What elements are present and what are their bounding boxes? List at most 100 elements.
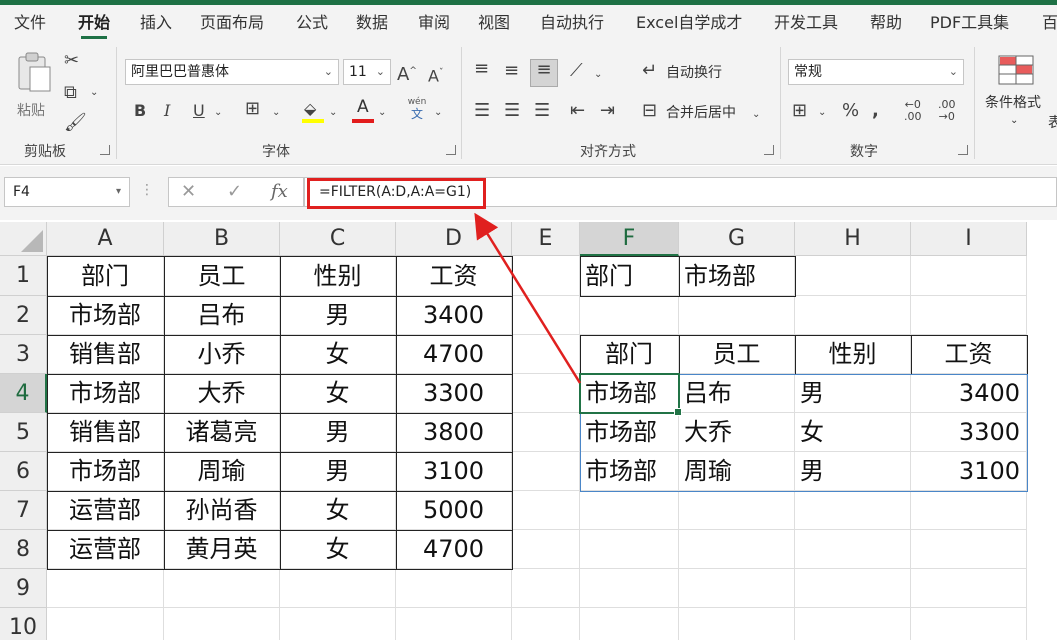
increase-indent-icon[interactable]: ⇥ — [600, 101, 615, 121]
column-header-f[interactable]: F — [580, 222, 679, 256]
grid-cell[interactable] — [47, 569, 164, 608]
align-middle-icon[interactable]: ≡ — [504, 61, 519, 81]
grid-cell[interactable] — [580, 608, 679, 640]
result-cell[interactable]: 3100 — [911, 452, 1027, 491]
table-cell[interactable]: 运营部 — [47, 530, 164, 569]
bold-icon[interactable]: B — [134, 101, 146, 121]
row-header-2[interactable]: 2 — [0, 296, 47, 335]
grid-cell[interactable] — [580, 296, 679, 335]
row-header-3[interactable]: 3 — [0, 335, 47, 374]
insert-function-icon[interactable]: fx — [271, 182, 288, 202]
grid-cell[interactable] — [512, 452, 580, 491]
decrease-font-icon[interactable]: Aˇ — [428, 63, 443, 86]
table-cell[interactable]: 诸葛亮 — [164, 413, 280, 452]
more-options-icon[interactable]: ⋮ — [140, 180, 154, 200]
row-header-1[interactable]: 1 — [0, 256, 47, 296]
increase-font-icon[interactable]: A^ — [397, 61, 417, 85]
grid-cell[interactable] — [164, 569, 280, 608]
decrease-decimal-icon[interactable]: .00 →0 — [938, 99, 956, 123]
column-header-b[interactable]: B — [164, 222, 280, 256]
alignment-launcher-icon[interactable] — [764, 145, 774, 155]
grid-cell[interactable] — [512, 256, 580, 296]
column-header-g[interactable]: G — [679, 222, 795, 256]
row-header-8[interactable]: 8 — [0, 530, 47, 569]
tab-pdf-tools[interactable]: PDF工具集 — [930, 5, 1009, 41]
grid-cell[interactable] — [795, 256, 911, 296]
orientation-icon[interactable]: ⟋ — [570, 61, 583, 81]
column-header-d[interactable]: D — [396, 222, 512, 256]
table-cell[interactable]: 3300 — [396, 374, 512, 413]
grid-cell[interactable] — [911, 491, 1027, 530]
name-box[interactable]: F4 ▾ — [4, 177, 130, 207]
number-format-select[interactable]: 常规 ⌄ — [788, 59, 964, 85]
font-size-select[interactable]: 11 ⌄ — [343, 59, 391, 85]
table-header-cell[interactable]: 性别 — [280, 256, 396, 296]
result-cell[interactable]: 男 — [795, 374, 911, 413]
table-cell[interactable]: 女 — [280, 335, 396, 374]
table-cell[interactable]: 女 — [280, 530, 396, 569]
chevron-down-icon[interactable]: ⌄ — [818, 103, 826, 123]
grid-cell[interactable] — [580, 569, 679, 608]
table-cell[interactable]: 女 — [280, 491, 396, 530]
grid-cell[interactable] — [512, 296, 580, 335]
grid-cell[interactable] — [512, 569, 580, 608]
table-cell[interactable]: 4700 — [396, 530, 512, 569]
align-left-icon[interactable]: ☰ — [474, 101, 490, 121]
grid-cell[interactable] — [911, 608, 1027, 640]
grid-cell[interactable] — [911, 569, 1027, 608]
table-cell[interactable]: 销售部 — [47, 413, 164, 452]
font-color-icon[interactable]: A — [352, 97, 374, 125]
grid-cell[interactable] — [396, 608, 512, 640]
chevron-down-icon[interactable]: ⌄ — [378, 103, 386, 123]
decrease-indent-icon[interactable]: ⇤ — [570, 101, 585, 121]
wrap-text-button[interactable]: ↵ 自动换行 — [642, 61, 742, 85]
tab-automate[interactable]: 自动执行 — [540, 5, 604, 41]
tab-file[interactable]: 文件 — [14, 5, 46, 41]
result-cell[interactable]: 周瑜 — [679, 452, 795, 491]
cut-icon[interactable]: ✂ — [64, 51, 79, 71]
row-header-5[interactable]: 5 — [0, 413, 47, 452]
criteria-label-cell[interactable]: 部门 — [580, 256, 679, 296]
tab-more[interactable]: 百 — [1042, 5, 1057, 41]
result-cell[interactable]: 市场部 — [580, 452, 679, 491]
table-cell[interactable]: 市场部 — [47, 452, 164, 491]
table-cell[interactable]: 3800 — [396, 413, 512, 452]
table-cell[interactable]: 市场部 — [47, 296, 164, 335]
result-header-cell[interactable]: 性别 — [795, 335, 911, 374]
tab-help[interactable]: 帮助 — [870, 5, 902, 41]
table-cell[interactable]: 男 — [280, 413, 396, 452]
chevron-down-icon[interactable]: ⌄ — [214, 103, 222, 123]
grid-cell[interactable] — [512, 530, 580, 569]
grid-cell[interactable] — [795, 296, 911, 335]
column-header-h[interactable]: H — [795, 222, 911, 256]
align-center-icon[interactable]: ☰ — [504, 101, 520, 121]
fill-color-icon[interactable]: ⬙ — [302, 99, 324, 125]
table-header-cell[interactable]: 工资 — [396, 256, 512, 296]
font-launcher-icon[interactable] — [446, 145, 456, 155]
tab-review[interactable]: 审阅 — [418, 5, 450, 41]
grid-cell[interactable] — [679, 296, 795, 335]
tab-formulas[interactable]: 公式 — [296, 5, 328, 41]
underline-icon[interactable]: U — [193, 101, 205, 121]
number-launcher-icon[interactable] — [958, 145, 968, 155]
row-header-6[interactable]: 6 — [0, 452, 47, 491]
grid-cell[interactable] — [512, 413, 580, 452]
result-cell[interactable]: 市场部 — [580, 413, 679, 452]
grid-cell[interactable] — [679, 530, 795, 569]
percent-icon[interactable]: % — [842, 101, 859, 121]
grid-cell[interactable] — [47, 608, 164, 640]
clipboard-launcher-icon[interactable] — [100, 145, 110, 155]
grid-cell[interactable] — [280, 608, 396, 640]
chevron-down-icon[interactable]: ⌄ — [329, 103, 337, 123]
result-cell[interactable]: 男 — [795, 452, 911, 491]
conditional-format-button[interactable]: 条件格式 ⌄ — [982, 51, 1052, 135]
table-cell[interactable]: 市场部 — [47, 374, 164, 413]
result-header-cell[interactable]: 员工 — [679, 335, 795, 374]
table-cell[interactable]: 大乔 — [164, 374, 280, 413]
align-bottom-icon[interactable]: ≡ — [530, 59, 558, 87]
grid-cell[interactable] — [795, 530, 911, 569]
table-cell[interactable]: 孙尚香 — [164, 491, 280, 530]
grid-cell[interactable] — [580, 491, 679, 530]
tab-view[interactable]: 视图 — [478, 5, 510, 41]
copy-icon[interactable]: ⧉ — [64, 83, 77, 103]
